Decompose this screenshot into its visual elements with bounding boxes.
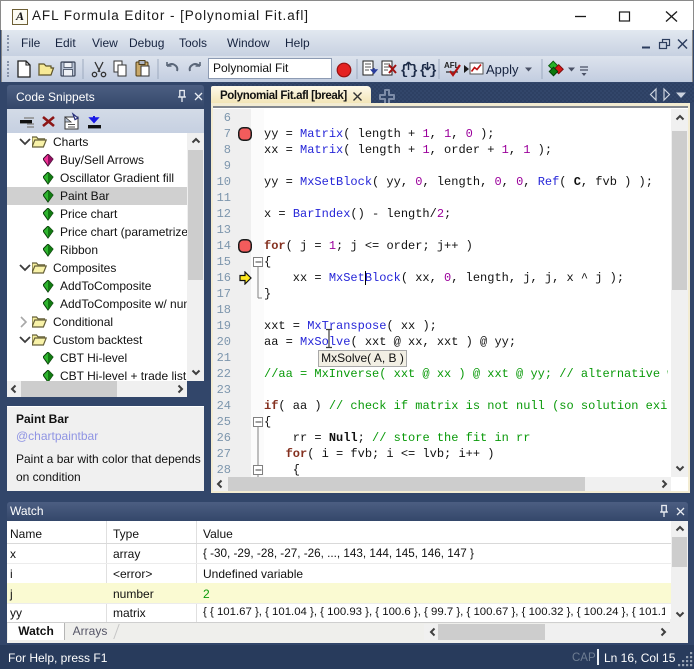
svg-text:Apply: Apply [486,62,519,77]
svg-text:{: { [400,63,408,79]
svg-text:{: { [419,63,427,79]
svg-text:}: } [429,63,437,79]
